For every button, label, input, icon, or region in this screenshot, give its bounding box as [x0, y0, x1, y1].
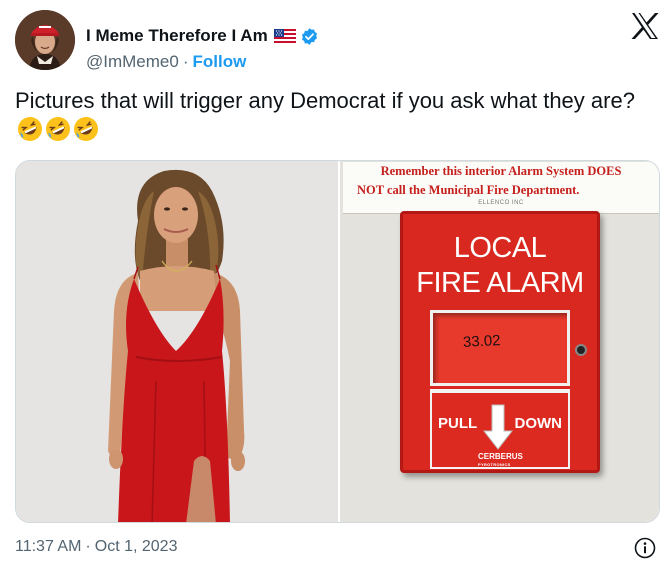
- pull-label: PULL: [438, 415, 478, 432]
- author-display-name[interactable]: I Meme Therefore I Am: [86, 26, 268, 46]
- fire-alarm-box: LOCAL FIRE ALARM 33.02 PULL DOWN CERBERU…: [400, 211, 600, 473]
- warning-sign: Remember this interior Alarm System DOES…: [343, 162, 659, 214]
- brand-subtitle: PYROTRONICS: [478, 462, 511, 467]
- tweet-time[interactable]: 11:37 AM: [15, 538, 81, 556]
- tweet-media[interactable]: Remember this interior Alarm System DOES…: [15, 160, 660, 523]
- sign-line-1: Remember this interior Alarm System DOES: [380, 164, 622, 178]
- rolling-on-floor-laughing-emoji: [74, 117, 98, 141]
- fire-alarm-pull-station-photo[interactable]: Remember this interior Alarm System DOES…: [340, 161, 659, 522]
- x-logo-icon[interactable]: [630, 12, 660, 40]
- tweet-text: Pictures that will trigger any Democrat …: [15, 86, 655, 144]
- author-handle[interactable]: @ImMeme0: [86, 52, 179, 72]
- brand-name: CERBERUS: [478, 452, 523, 461]
- sign-maker: ELLENCO INC: [478, 200, 524, 206]
- tweet-timestamp[interactable]: 11:37 AM · Oct 1, 2023: [15, 538, 177, 556]
- verified-badge-icon: [301, 27, 317, 45]
- down-arrow-icon: [482, 404, 514, 450]
- tweet-date[interactable]: Oct 1, 2023: [95, 538, 178, 556]
- alarm-brand: CERBERUS PYROTRONICS: [478, 453, 523, 469]
- alarm-pull-handle: PULL DOWN CERBERUS PYROTRONICS: [430, 389, 570, 469]
- keyhole-icon: [575, 344, 587, 356]
- sign-line-2: NOT call the Municipal Fire Department.: [357, 183, 580, 197]
- alarm-window-code: 33.02: [462, 332, 501, 351]
- alarm-title-line-2: FIRE ALARM: [416, 267, 584, 299]
- rolling-on-floor-laughing-emoji: [18, 117, 42, 141]
- tweet-header: I Meme Therefore I Am @ImMeme0 · Follow: [15, 10, 660, 72]
- follow-button[interactable]: Follow: [193, 52, 247, 72]
- rolling-on-floor-laughing-emoji: [46, 117, 70, 141]
- us-flag-icon: [273, 29, 296, 43]
- tweet-body: Pictures that will trigger any Democrat …: [15, 88, 635, 113]
- alarm-window: 33.02: [430, 310, 570, 386]
- alarm-title-line-1: LOCAL: [453, 232, 547, 264]
- handle-separator: ·: [182, 52, 189, 71]
- author-avatar[interactable]: [15, 10, 75, 70]
- down-label: DOWN: [514, 415, 563, 432]
- timestamp-separator: ·: [85, 538, 91, 555]
- woman-in-red-dress-photo[interactable]: [16, 161, 338, 522]
- info-icon[interactable]: [634, 537, 656, 559]
